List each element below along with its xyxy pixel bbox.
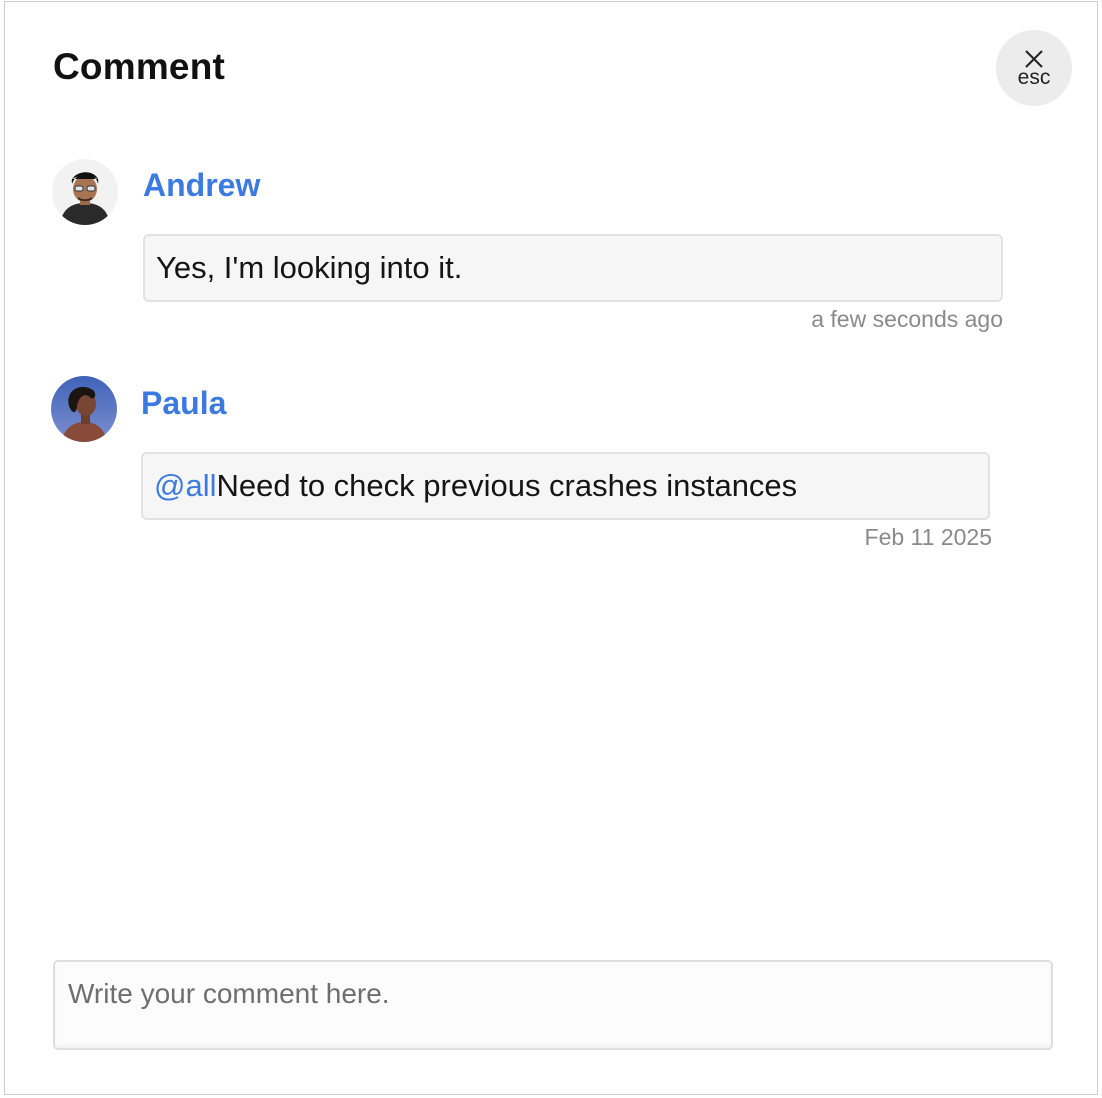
comment-bubble: @allNeed to check previous crashes insta… [141, 452, 990, 520]
avatar[interactable] [51, 376, 117, 442]
comment-bubble: Yes, I'm looking into it. [143, 234, 1003, 302]
comment-text: Need to check previous crashes instances [216, 468, 798, 503]
comment-input[interactable] [53, 960, 1053, 1050]
comment-timestamp: a few seconds ago [811, 306, 1003, 332]
comment-author[interactable]: Paula [141, 385, 226, 422]
close-button[interactable]: esc [996, 30, 1072, 106]
user-avatar-andrew-icon [52, 159, 118, 225]
panel-title: Comment [53, 46, 226, 87]
comment-author[interactable]: Andrew [143, 167, 260, 204]
comment-panel: Comment esc Andrew Yes, I'm looking into… [4, 1, 1098, 1095]
comment-timestamp: Feb 11 2025 [864, 524, 992, 550]
close-esc-label: esc [1017, 66, 1051, 89]
user-avatar-paula-icon [51, 376, 117, 442]
mention-tag[interactable]: @all [154, 468, 216, 503]
comment-text: Yes, I'm looking into it. [156, 250, 463, 285]
avatar[interactable] [52, 159, 118, 225]
